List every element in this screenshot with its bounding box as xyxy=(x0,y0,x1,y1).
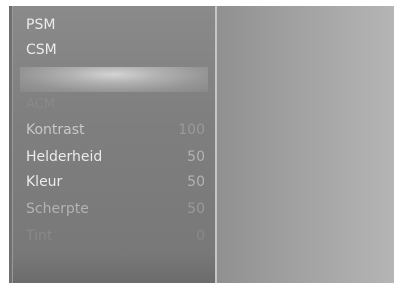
menu-item-value: 50 xyxy=(187,174,205,190)
menu-item-scherpte[interactable]: Scherpte 50 xyxy=(26,198,205,220)
menu-item-csm[interactable]: CSM xyxy=(26,39,205,61)
tv-screen: PSM CSM ACM Kontrast 100 Helderheid 50 K… xyxy=(9,6,394,283)
menu-item-kleur[interactable]: Kleur 50 xyxy=(26,171,205,193)
menu-item-label: PSM xyxy=(26,17,56,33)
menu-fade xyxy=(13,253,215,283)
menu-item-label: CSM xyxy=(26,42,57,58)
menu-item-label: Scherpte xyxy=(26,201,89,217)
menu-item-label: ACM xyxy=(26,97,55,112)
menu-item-label: Helderheid xyxy=(26,149,103,165)
menu-item-label: Tint xyxy=(26,228,53,244)
menu-item-psm[interactable]: PSM xyxy=(26,14,205,36)
menu-item-kontrast[interactable]: Kontrast 100 xyxy=(26,119,205,141)
menu-item-tint[interactable]: Tint 0 xyxy=(26,225,205,247)
menu-item-acm[interactable]: ACM xyxy=(26,94,205,116)
menu-item-value: 50 xyxy=(187,149,205,165)
menu-item-selected[interactable] xyxy=(20,67,208,92)
menu-item-helderheid[interactable]: Helderheid 50 xyxy=(26,146,205,168)
menu-item-label: Kontrast xyxy=(26,122,85,138)
picture-menu-panel: PSM CSM ACM Kontrast 100 Helderheid 50 K… xyxy=(12,6,217,283)
menu-item-label: Kleur xyxy=(26,174,63,190)
menu-item-value: 0 xyxy=(196,228,205,244)
menu-item-value: 50 xyxy=(187,201,205,217)
menu-item-value: 100 xyxy=(178,122,205,138)
